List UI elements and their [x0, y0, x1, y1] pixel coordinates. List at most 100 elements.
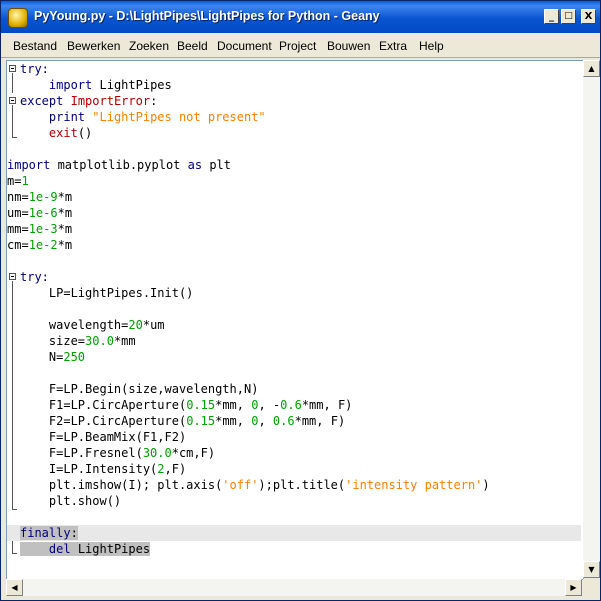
keyword: try: [20, 270, 49, 284]
number-literal: 30.0 [85, 334, 114, 348]
code-text: *mm, [215, 398, 252, 412]
keyword: as [187, 158, 203, 172]
code-line-12: cm=1e-2*m [7, 237, 581, 253]
keyword: finally [20, 526, 71, 540]
number-literal: 30.0 [142, 446, 172, 460]
code-text: size= [48, 334, 86, 348]
minimize-button[interactable]: _ [544, 9, 559, 24]
code-text: m= [7, 174, 22, 188]
close-button[interactable]: X [581, 9, 596, 24]
keyword: import [7, 158, 51, 172]
number-literal: 250 [63, 350, 86, 364]
fold-end [12, 509, 17, 510]
code-line-17: wavelength=20*um [7, 317, 581, 333]
scroll-down-arrow-icon[interactable]: ▼ [583, 561, 600, 578]
builtin-name: exit [48, 126, 78, 140]
code-line-23: F2=LP.CircAperture(0.15*mm, 0, 0.6*mm, F… [7, 413, 581, 429]
scroll-left-arrow-icon[interactable]: ◀ [6, 579, 23, 596]
code-text: () [77, 126, 93, 140]
number-literal: 1 [21, 174, 29, 188]
menu-beeld[interactable]: Beeld [177, 39, 208, 53]
code-text: ,F) [164, 462, 187, 476]
code-line-30-current: finally: [7, 525, 581, 541]
code-line-28: plt.show() [7, 493, 581, 509]
scroll-up-arrow-icon[interactable]: ▲ [583, 60, 600, 77]
code-line-8: m=1 [7, 173, 581, 189]
code-line-11: mm=1e-3*m [7, 221, 581, 237]
menu-document[interactable]: Document [217, 39, 272, 53]
number-literal: 0.15 [186, 414, 216, 428]
code-text: F=LP.Begin(size,wavelength,N) [48, 382, 259, 396]
code-line-15: LP=LightPipes.Init() [7, 285, 581, 301]
code-text: LP=LightPipes.Init() [48, 286, 194, 300]
code-text: um= [7, 206, 29, 220]
code-text: *m [57, 190, 73, 204]
code-text: F2=LP.CircAperture( [48, 414, 187, 428]
menu-extra[interactable]: Extra [379, 39, 407, 53]
number-literal: 1e-6 [28, 206, 58, 220]
code-line-1: try: [7, 61, 581, 77]
code-editor[interactable]: try: import LightPipes except ImportErro… [6, 60, 584, 580]
code-text: plt.show() [48, 494, 122, 508]
code-text: *m [57, 206, 73, 220]
code-text: plt [202, 158, 231, 172]
exception-name: ImportError [70, 94, 151, 108]
keyword: del [48, 542, 71, 556]
string-literal: 'off' [222, 478, 259, 492]
code-text: *m [57, 222, 73, 236]
menu-project[interactable]: Project [279, 39, 316, 53]
code-line-24: F=LP.BeamMix(F1,F2) [7, 429, 581, 445]
geany-app-icon[interactable] [8, 8, 28, 28]
code-line-2: import LightPipes [7, 77, 581, 93]
code-text: *m [57, 238, 73, 252]
code-text: LightPipes [92, 78, 172, 92]
code-line-19: N=250 [7, 349, 581, 365]
code-text: , [258, 414, 273, 428]
code-text: *mm [113, 334, 136, 348]
code-line-27: plt.imshow(I); plt.axis('off');plt.title… [7, 477, 581, 493]
code-line-10: um=1e-6*m [7, 205, 581, 221]
code-text: F=LP.Fresnel( [48, 446, 143, 460]
menu-help[interactable]: Help [419, 39, 444, 53]
code-text: , - [258, 398, 281, 412]
title-bar[interactable]: PyYoung.py - D:\LightPipes\LightPipes fo… [1, 1, 600, 33]
keyword: import [48, 78, 93, 92]
menu-bar: Bestand Bewerken Zoeken Beeld Document P… [1, 35, 600, 58]
code-line-3: except ImportError: [7, 93, 581, 109]
code-line-14: try: [7, 269, 581, 285]
number-literal: 0.6 [272, 414, 295, 428]
code-text: *mm, F) [294, 414, 346, 428]
menu-bewerken[interactable]: Bewerken [67, 39, 120, 53]
keyword: try: [20, 62, 49, 76]
scroll-right-arrow-icon[interactable]: ▶ [565, 579, 582, 596]
code-line-22: F1=LP.CircAperture(0.15*mm, 0, -0.6*mm, … [7, 397, 581, 413]
horizontal-scrollbar[interactable]: ◀ ▶ [6, 579, 582, 596]
menu-bouwen[interactable]: Bouwen [327, 39, 370, 53]
code-line-31: del LightPipes [7, 541, 581, 557]
keyword: except [20, 94, 64, 108]
number-literal: 0.15 [186, 398, 216, 412]
maximize-button[interactable]: □ [561, 9, 576, 24]
code-line-25: F=LP.Fresnel(30.0*cm,F) [7, 445, 581, 461]
number-literal: 1e-3 [28, 222, 58, 236]
code-text: I=LP.Intensity( [48, 462, 158, 476]
resize-grip[interactable] [583, 579, 600, 596]
code-text: ) [482, 478, 490, 492]
menu-bestand[interactable]: Bestand [13, 39, 57, 53]
number-literal: 2 [157, 462, 165, 476]
code-text: wavelength= [48, 318, 129, 332]
code-line-21: F=LP.Begin(size,wavelength,N) [7, 381, 581, 397]
code-text: mm= [7, 222, 29, 236]
menu-zoeken[interactable]: Zoeken [129, 39, 169, 53]
geany-window: PyYoung.py - D:\LightPipes\LightPipes fo… [0, 0, 601, 601]
string-literal: "LightPipes not present" [92, 110, 266, 124]
code-line-26: I=LP.Intensity(2,F) [7, 461, 581, 477]
code-text: *mm, F) [301, 398, 353, 412]
code-text: nm= [7, 190, 29, 204]
number-literal: 1e-2 [28, 238, 58, 252]
code-text: plt.imshow(I); plt.axis( [48, 478, 223, 492]
code-text: );plt.title( [258, 478, 346, 492]
code-text: N= [48, 350, 64, 364]
string-literal: 'intensity pattern' [345, 478, 483, 492]
vertical-scrollbar[interactable]: ▲ ▼ [583, 60, 600, 578]
